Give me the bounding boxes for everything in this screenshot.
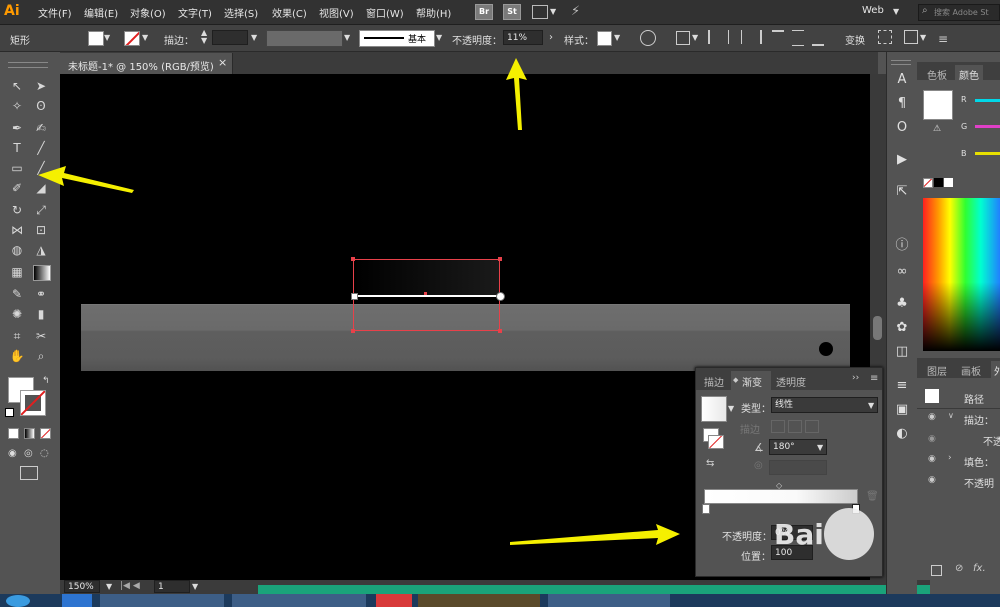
arrow-to-opacity xyxy=(506,58,527,130)
taskbar-app[interactable] xyxy=(548,594,670,607)
arrow-to-gradient-opacity xyxy=(510,524,680,545)
os-taskbar xyxy=(0,594,1000,607)
annotation-arrows xyxy=(38,58,680,545)
taskbar-app[interactable] xyxy=(100,594,224,607)
taskbar-app[interactable] xyxy=(232,594,366,607)
arrow-to-rectangle-tool xyxy=(38,166,134,193)
taskbar-app[interactable] xyxy=(376,594,412,607)
taskbar-app[interactable] xyxy=(62,594,92,607)
taskbar-illustrator[interactable] xyxy=(418,594,540,607)
start-button[interactable] xyxy=(6,595,30,607)
